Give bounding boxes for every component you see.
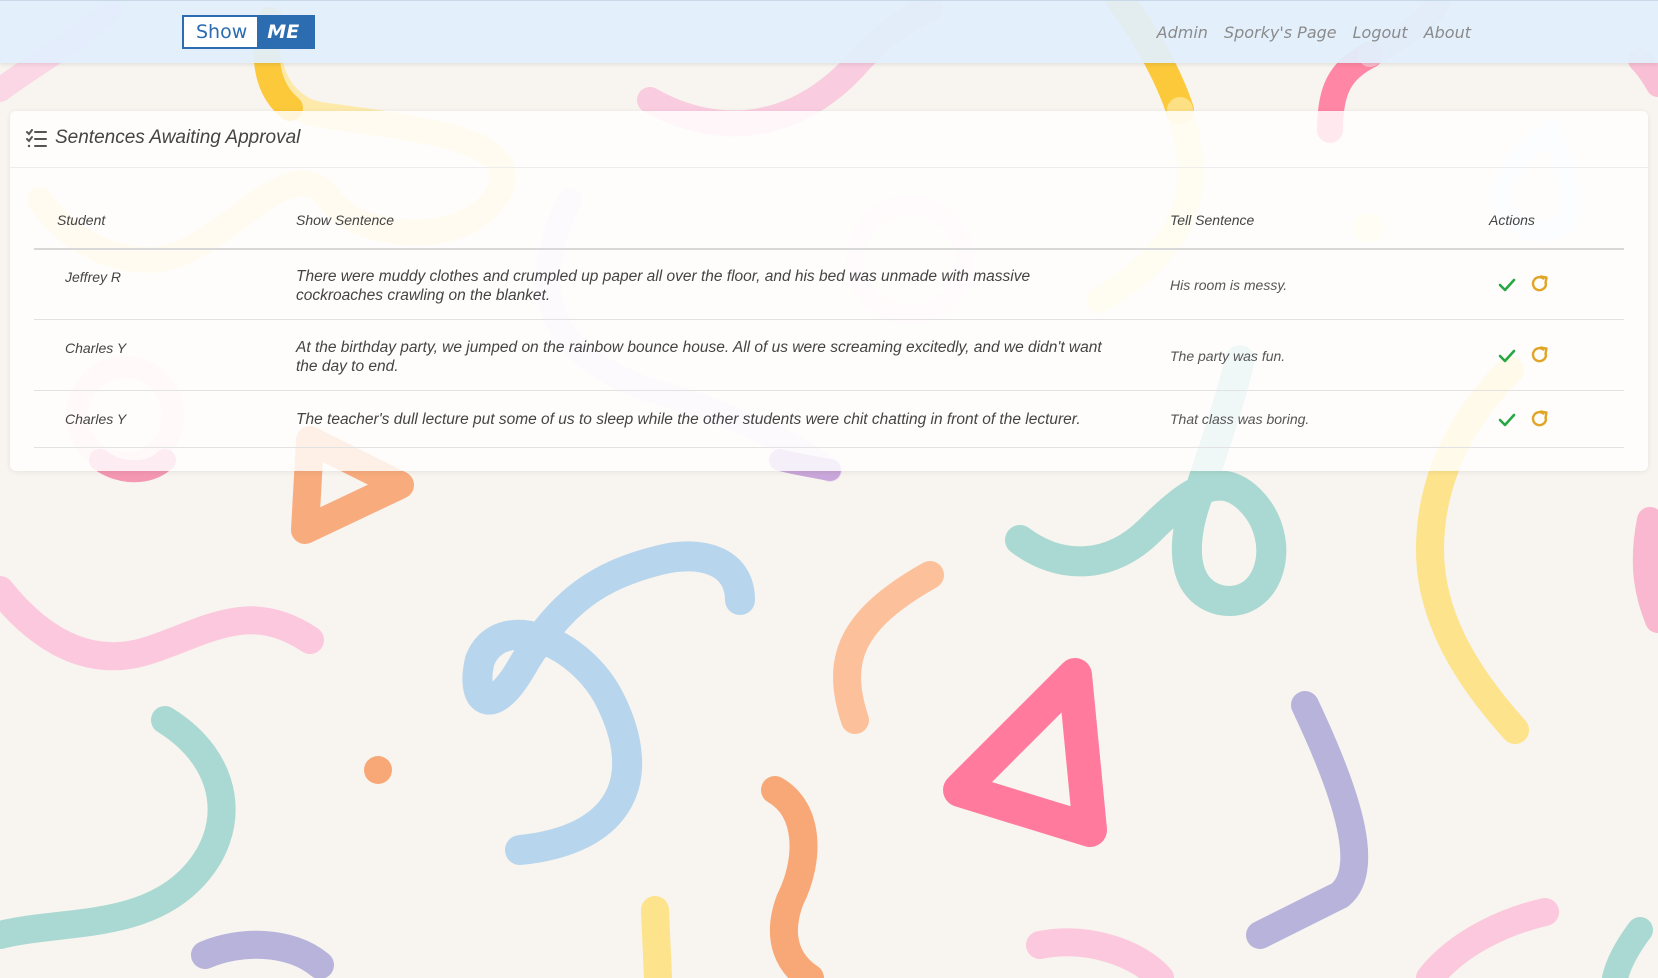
student-name: Charles Y [65, 411, 127, 427]
approve-check-icon[interactable] [1497, 410, 1517, 430]
approve-check-icon[interactable] [1497, 346, 1517, 366]
column-header-student: Student [57, 212, 106, 228]
tell-sentence: That class was boring. [1170, 411, 1310, 427]
column-header-actions: Actions [1489, 212, 1535, 228]
nav-link-about[interactable]: About [1424, 23, 1471, 42]
list-check-icon [26, 129, 47, 148]
approval-card: Sentences Awaiting Approval Student Show… [10, 111, 1648, 471]
column-header-tell-sentence: Tell Sentence [1170, 212, 1255, 228]
header-divider [34, 248, 1624, 250]
nav-link-logout[interactable]: Logout [1353, 23, 1408, 42]
student-name: Jeffrey R [65, 269, 122, 285]
column-header-show-sentence: Show Sentence [296, 212, 395, 228]
show-sentence: At the birthday party, we jumped on the … [296, 339, 1102, 375]
show-sentence: The teacher's dull lecture put some of u… [296, 411, 1081, 428]
row-divider [34, 319, 1624, 320]
row-divider [34, 390, 1624, 391]
nav-link-admin[interactable]: Admin [1157, 23, 1208, 42]
nav-link-sporkys-page[interactable]: Sporky's Page [1224, 23, 1337, 42]
card-title: Sentences Awaiting Approval [55, 127, 301, 148]
top-navbar: Show ME Admin Sporky's Page Logout About [0, 0, 1658, 63]
brand-me-text: ME [257, 17, 314, 47]
redo-icon[interactable] [1530, 409, 1550, 429]
redo-icon[interactable] [1530, 274, 1550, 294]
approve-check-icon[interactable] [1497, 275, 1517, 295]
student-name: Charles Y [65, 340, 127, 356]
tell-sentence: The party was fun. [1170, 348, 1286, 364]
brand-logo[interactable]: Show ME [182, 15, 316, 49]
brand-show-text: Show [196, 21, 248, 43]
tell-sentence: His room is messy. [1170, 277, 1288, 293]
card-header: Sentences Awaiting Approval [10, 111, 1648, 168]
redo-icon[interactable] [1530, 345, 1550, 365]
row-divider [34, 447, 1624, 448]
show-sentence: There were muddy clothes and crumpled up… [296, 268, 1031, 304]
nav-links: Admin Sporky's Page Logout About [1157, 23, 1471, 42]
